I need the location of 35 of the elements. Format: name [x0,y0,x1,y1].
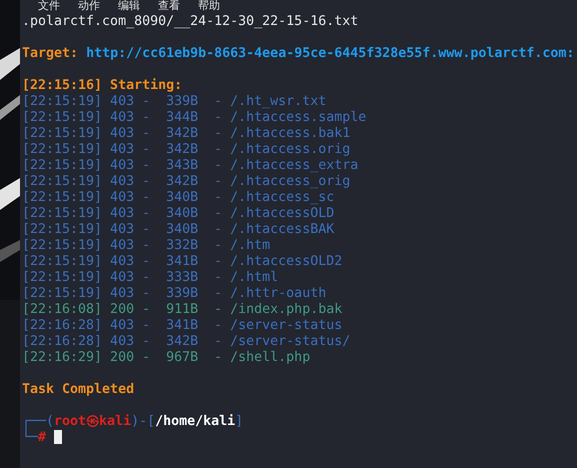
log-line: [22:15:19] 403 - 333B - /.html [22,270,278,285]
log-line: [22:15:19] 403 - 342B - /.htaccess_orig [22,174,350,189]
prompt-frame: └─ [22,430,38,445]
file-path-text: .polarctf.com_8090/__24-12-30_22-15-16.txt [22,14,358,29]
prompt-frame: ┌──( [22,414,54,429]
prompt-frame: ] [235,414,244,429]
target-label: Target: [22,46,78,61]
log-line: [22:15:19] 403 - 340B - /.htaccessBAK [22,222,334,237]
log-line: [22:15:19] 403 - 340B - /.htaccess_sc [22,190,334,205]
log-line: [22:15:19] 403 - 342B - /.htaccess.orig [22,142,350,157]
log-line: [22:16:08] 200 - 911B - /index.php.bak [22,302,342,317]
prompt-frame: )-[ [131,414,156,429]
log-line: [22:15:19] 403 - 339B - /.ht_wsr.txt [22,94,326,109]
text-cursor [54,430,62,444]
log-line: [22:16:29] 200 - 967B - /shell.php [22,350,310,365]
log-line: [22:15:19] 403 - 340B - /.htaccessOLD [22,206,334,221]
menu-item[interactable]: 帮助 [198,0,220,14]
log-line: [22:15:19] 403 - 344B - /.htaccess.sample [22,110,366,125]
menu-item[interactable]: 查看 [158,0,180,14]
log-line: [22:15:19] 403 - 342B - /.htaccess.bak1 [22,126,350,141]
starting-text: [22:15:16] Starting: [22,78,182,93]
menu-item[interactable]: 动作 [78,0,100,14]
target-url: http://cc61eb9b-8663-4eea-95ce-6445f328e55f.www.polarctf.com: [86,46,574,61]
log-line: [22:16:28] 403 - 342B - /server-status/ [22,334,350,349]
prompt-directory: /home/kali [155,414,236,429]
menu-item[interactable]: 编辑 [118,0,140,14]
prompt-user: root㉿kali [54,414,132,429]
prompt-symbol: # [38,430,46,445]
log-line: [22:15:19] 403 - 341B - /.htaccessOLD2 [22,254,342,269]
menu-item[interactable]: 文件 [38,0,60,14]
log-line: [22:15:19] 403 - 343B - /.htaccess_extra [22,158,358,173]
log-line: [22:16:28] 403 - 341B - /server-status [22,318,342,333]
task-completed-text: Task Completed [22,382,134,397]
log-line: [22:15:19] 403 - 339B - /.httr-oauth [22,286,326,301]
log-line: [22:15:19] 403 - 332B - /.htm [22,238,270,253]
